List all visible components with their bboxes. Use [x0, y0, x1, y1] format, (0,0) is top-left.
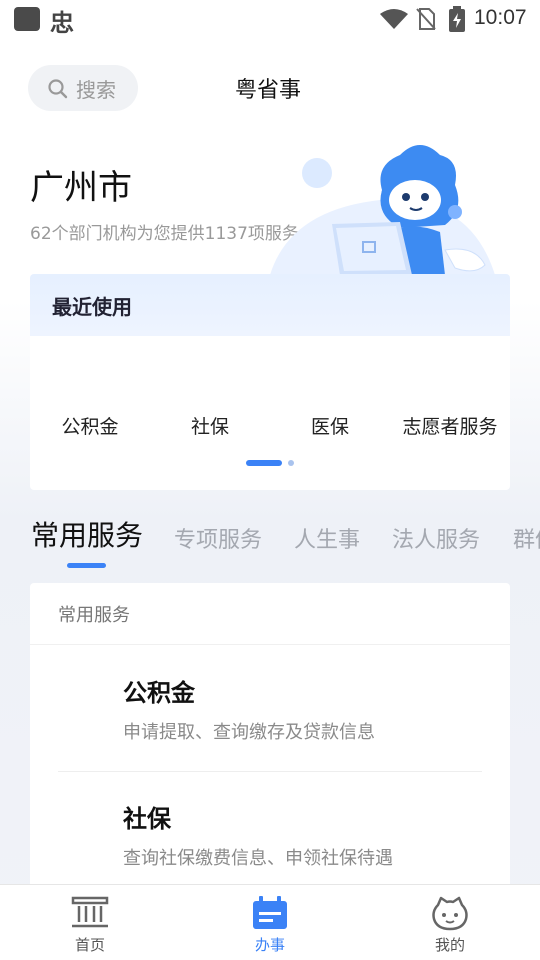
service-name: 社保 [123, 805, 171, 833]
pager-dot-active [246, 460, 282, 466]
nav-profile[interactable]: 我的 [390, 885, 510, 960]
tab-legal-person-services[interactable]: 法人服务 [392, 522, 480, 554]
page-title: 粤省事 [235, 78, 302, 103]
city-summary: 62个部门机构为您提供1137项服务 [30, 224, 299, 244]
nav-label: 我的 [434, 936, 465, 954]
recent-used-card: 最近使用 公积金 社保 医保 志愿者服务 [30, 274, 510, 490]
service-description: 查询社保缴费信息、申领社保待遇 [123, 848, 393, 869]
pager-dot [288, 460, 294, 466]
tab-special-services[interactable]: 专项服务 [174, 522, 262, 554]
recent-item-social-security[interactable]: 社保 [150, 412, 270, 439]
calendar-icon [253, 896, 287, 929]
search-label: 搜索 [76, 77, 116, 102]
notification-app-glyph: 忠 [50, 9, 74, 37]
nav-home[interactable]: 首页 [30, 885, 150, 960]
city-selector[interactable]: 广州市 [30, 160, 132, 209]
notification-app-icon [14, 7, 40, 31]
nav-label: 首页 [74, 936, 105, 954]
recent-used-title: 最近使用 [52, 294, 132, 319]
recent-item-volunteer-service[interactable]: 志愿者服务 [390, 412, 510, 439]
services-section-title: 常用服务 [30, 583, 510, 645]
recent-item-medical-insurance[interactable]: 医保 [270, 412, 390, 439]
tab-common-services[interactable]: 常用服务 [31, 514, 143, 554]
clock: 10:07 [474, 6, 527, 29]
search-button[interactable]: 搜索 [28, 65, 138, 111]
service-description: 申请提取、查询缴存及贷款信息 [123, 722, 375, 743]
service-item-housing-fund[interactable]: 公积金 申请提取、查询缴存及贷款信息 [123, 673, 375, 744]
status-bar: 忠 10:07 [0, 0, 540, 38]
divider [58, 771, 482, 772]
wifi-icon [380, 9, 408, 29]
recent-used-header: 最近使用 [30, 274, 510, 336]
nav-label: 办事 [254, 936, 285, 954]
building-icon [71, 896, 109, 928]
service-tabs: 常用服务 专项服务 人生事 法人服务 群体服务 [0, 510, 540, 570]
tab-active-indicator [67, 563, 106, 568]
battery-charging-icon [449, 6, 465, 32]
mascot-illustration [270, 145, 495, 275]
service-item-social-security[interactable]: 社保 查询社保缴费信息、申领社保待遇 [123, 799, 393, 870]
tab-life-events[interactable]: 人生事 [294, 522, 360, 554]
recent-pager [246, 460, 294, 466]
recent-item-housing-fund[interactable]: 公积金 [30, 412, 150, 439]
tab-group-services[interactable]: 群体服务 [513, 522, 540, 554]
search-icon [48, 79, 68, 99]
service-name: 公积金 [123, 679, 195, 707]
bottom-navigation: 首页 办事 我的 [0, 884, 540, 960]
face-icon [432, 896, 468, 931]
nav-services[interactable]: 办事 [210, 885, 330, 960]
no-sim-icon [416, 8, 436, 30]
common-services-card: 常用服务 公积金 申请提取、查询缴存及贷款信息 社保 查询社保缴费信息、申领社保… [30, 583, 510, 903]
recent-used-list: 公积金 社保 医保 志愿者服务 [30, 412, 510, 439]
